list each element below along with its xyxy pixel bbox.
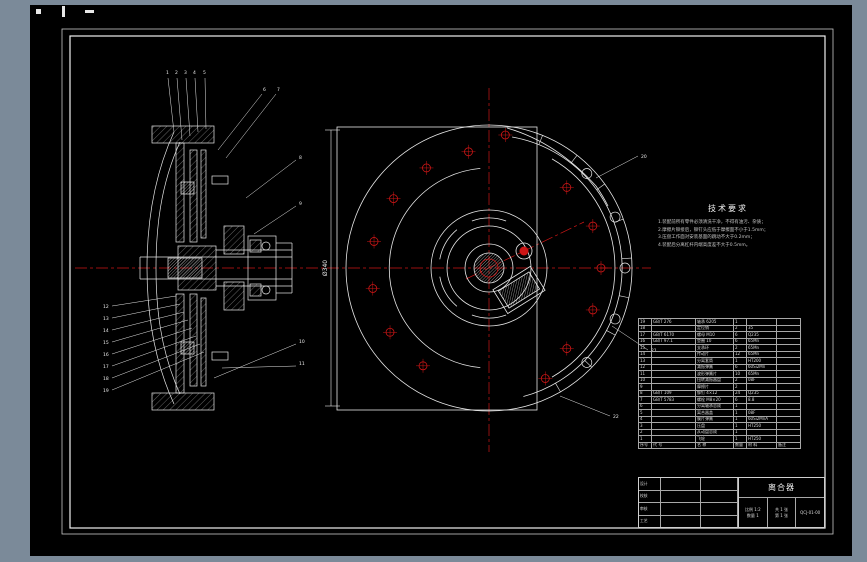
title-block: 设计 校核 审核 工艺 离合器 比例 1:2 数量 1 共 1 张 第 1 张 QCJ… [638, 477, 825, 528]
part-callout: 4 [193, 70, 196, 76]
part-callout: 20 [641, 154, 647, 160]
qty-value: 1 [756, 512, 759, 518]
part-callout: 15 [103, 340, 109, 346]
title-block-cell [661, 490, 701, 502]
part-callout: 2 [175, 70, 178, 76]
shaft-spline [473, 252, 505, 284]
cad-viewer-window: { "colors": { "background": "#7b8a99", "… [0, 0, 867, 562]
flywheel-rim-bottom [151, 392, 215, 411]
bom-cell: 数量 [733, 441, 747, 449]
title-block-cell [701, 478, 738, 490]
sheet-cell: 共 1 张 第 1 张 [768, 498, 797, 527]
qty-label: 数量 [746, 512, 755, 518]
dimension-label: Ø340 [322, 260, 329, 276]
part-callout: 10 [299, 339, 305, 345]
part-callout: 3 [184, 70, 187, 76]
title-block-cell: 审核 [639, 503, 661, 515]
title-block-cell [701, 515, 738, 527]
bom-cell: 材 料 [746, 441, 777, 449]
part-callout: 12 [103, 304, 109, 310]
drawing-title: 离合器 [739, 478, 824, 498]
part-callout: 5 [203, 70, 206, 76]
part-callout: 22 [613, 414, 619, 420]
part-callout: 18 [103, 376, 109, 382]
part-callout: 8 [299, 155, 302, 161]
part-callout: 19 [103, 388, 109, 394]
title-block-row: 设计 [639, 478, 738, 491]
part-callout: 17 [103, 364, 109, 370]
title-block-cell [661, 503, 701, 515]
tech-requirements-lines: 1.装配前所有零件必须清洗干净，不得有油污、杂质； 2.摩擦片铆接后，铆钉头应低于… [658, 219, 798, 249]
title-block-cell [661, 515, 701, 527]
drawing-no: QCJ-01-00 [800, 509, 821, 515]
spline-hub [167, 257, 203, 279]
release-bearing-top [223, 225, 245, 255]
title-block-row: 校核 [639, 490, 738, 503]
drawing-no-cell: QCJ-01-00 [796, 498, 824, 527]
tech-requirements: 技术要求 1.装配前所有零件必须清洗干净，不得有油污、杂质； 2.摩擦片铆接后，铆… [658, 203, 798, 249]
part-callout: 6 [263, 87, 266, 93]
part-callout: 13 [103, 316, 109, 322]
bom-header-row: 序号代 号名 称数量材 料备注 [638, 441, 801, 449]
bom-cell: 序号 [638, 441, 652, 449]
bom-table: 19 GB/T 276 轴承 6205 1 18 定位销 2 35 17 GB/T 6170 螺母 … [638, 318, 801, 449]
title-block-row: 工艺 [639, 515, 738, 527]
scale-cell: 比例 1:2 数量 1 [739, 498, 768, 527]
title-block-cell: 工艺 [639, 515, 661, 527]
bom-cell: 代 号 [651, 441, 696, 449]
part-callout: 11 [299, 361, 305, 367]
bom-cell: 备注 [776, 441, 801, 449]
title-block-signatures: 设计 校核 审核 工艺 [639, 478, 739, 527]
title-block-row: 审核 [639, 503, 738, 516]
title-block-main: 离合器 比例 1:2 数量 1 共 1 张 第 1 张 QCJ-01-00 [739, 478, 824, 527]
title-block-cell [661, 478, 701, 490]
title-block-cell [701, 503, 738, 515]
tech-requirement-line: 2.摩擦片铆接后，铆钉头应低于摩擦面不小于1.5mm； [658, 227, 769, 233]
pin-mark-filled [519, 246, 529, 256]
sheet-no-label: 第 1 张 [774, 512, 789, 518]
scale-label: 比例 [744, 506, 753, 512]
tech-requirement-line: 4.装配后分离杠杆内端高度差不大于0.5mm。 [658, 242, 751, 248]
part-callout: 1 [166, 70, 169, 76]
tech-requirements-title: 技术要求 [708, 204, 748, 213]
flywheel-rim-top [151, 125, 215, 144]
part-callout: 9 [299, 201, 302, 207]
tech-requirement-line: 3.压盘工作面对安装基面的跳动不大于0.2mm； [658, 235, 755, 240]
scale-value: 1:2 [754, 506, 761, 512]
part-callout: 7 [277, 87, 280, 93]
bom-cell: 名 称 [695, 441, 734, 449]
part-callout: 14 [103, 328, 109, 334]
tech-requirement-line: 1.装配前所有零件必须清洗干净，不得有油污、杂质； [658, 220, 766, 225]
title-block-cell [701, 490, 738, 502]
sheets-label: 共 1 张 [774, 506, 789, 512]
part-callout: 16 [103, 352, 109, 358]
title-block-cell: 设计 [639, 478, 661, 490]
title-block-cell: 校核 [639, 490, 661, 502]
release-bearing-bottom [223, 281, 245, 311]
